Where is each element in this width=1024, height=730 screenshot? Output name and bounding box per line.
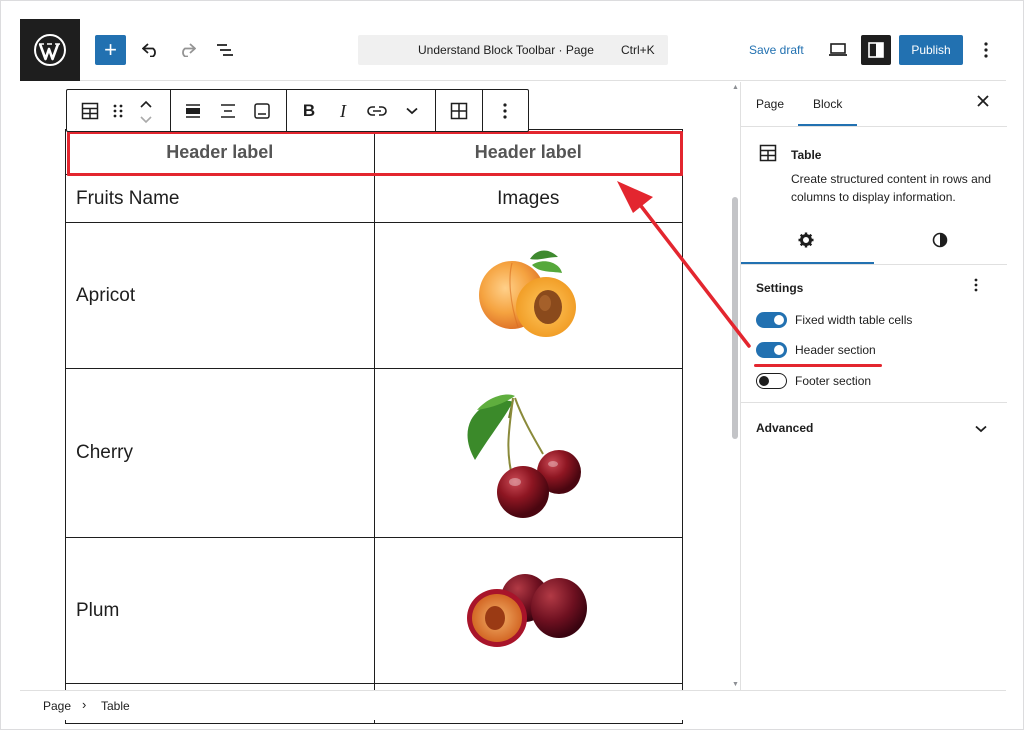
block-name: Table — [791, 148, 822, 162]
chevron-down-icon[interactable] — [975, 420, 987, 438]
gear-icon[interactable] — [798, 232, 814, 253]
settings-panel-title[interactable]: Settings — [756, 281, 803, 295]
toggle-label: Footer section — [795, 374, 872, 388]
block-options-more-icon[interactable] — [494, 100, 516, 122]
italic-icon[interactable]: I — [332, 100, 354, 122]
toggle-header-section[interactable]: Header section — [756, 341, 876, 359]
data-table[interactable]: Header label Header label Fruits Name Im… — [65, 129, 683, 724]
cherry-image — [467, 394, 582, 518]
table-cell[interactable]: Plum — [65, 537, 375, 684]
editor-window: + Understand Block Toolbar · Page Ctrl+K… — [0, 0, 1024, 730]
advanced-panel-title[interactable]: Advanced — [756, 421, 813, 435]
link-icon[interactable] — [366, 100, 388, 122]
top-toolbar: + Understand Block Toolbar · Page Ctrl+K… — [20, 19, 1006, 81]
table-block-icon[interactable] — [79, 100, 101, 122]
toggle-footer-section[interactable]: Footer section — [756, 372, 871, 390]
table-row: Cherry — [65, 368, 683, 538]
breadcrumb-item-table[interactable]: Table — [101, 699, 130, 713]
caption-icon[interactable] — [251, 100, 273, 122]
command-shortcut: Ctrl+K — [621, 43, 655, 57]
align-wide-icon[interactable] — [182, 100, 204, 122]
toggle-label: Header section — [795, 343, 876, 357]
tab-block[interactable]: Block — [813, 97, 842, 111]
save-draft-button[interactable]: Save draft — [749, 43, 804, 57]
toggle-switch[interactable] — [756, 312, 787, 328]
toggle-label: Fixed width table cells — [795, 313, 913, 327]
table-row: Plum — [65, 537, 683, 684]
toggle-switch[interactable] — [756, 342, 787, 358]
table-row: Apricot — [65, 222, 683, 369]
publish-button[interactable]: Publish — [899, 35, 963, 65]
plum-image — [467, 573, 588, 647]
more-formats-chevron-icon[interactable] — [401, 100, 423, 122]
toggle-switch[interactable] — [756, 373, 787, 389]
undo-icon[interactable] — [138, 37, 164, 63]
table-row: Fruits Name Images — [65, 174, 683, 223]
scroll-up-icon[interactable]: ▲ — [732, 84, 739, 91]
document-title: Understand Block Toolbar · Page — [418, 43, 594, 57]
document-overview-icon[interactable] — [212, 37, 238, 63]
breadcrumb: Page › Table — [20, 690, 1006, 720]
breadcrumb-item-page[interactable]: Page — [43, 699, 71, 713]
styles-contrast-icon[interactable] — [932, 232, 948, 253]
preview-desktop-icon[interactable] — [825, 37, 851, 63]
table-block-icon — [759, 144, 777, 167]
scroll-down-icon[interactable]: ▼ — [732, 681, 739, 688]
scrollbar-thumb[interactable] — [732, 197, 738, 439]
table-cell[interactable] — [373, 222, 683, 369]
table-cell[interactable]: Images — [373, 174, 683, 223]
table-cell[interactable] — [373, 537, 683, 684]
close-icon[interactable] — [977, 94, 989, 112]
table-cell[interactable]: Fruits Name — [65, 174, 375, 223]
wordpress-logo-icon[interactable] — [20, 19, 80, 81]
settings-sidebar-toggle-icon[interactable] — [861, 35, 891, 65]
tab-page[interactable]: Page — [756, 97, 784, 111]
command-palette-bar[interactable]: Understand Block Toolbar · Page Ctrl+K — [358, 35, 668, 65]
settings-sidebar: Page Block Table Create structured conte… — [740, 82, 1007, 690]
move-down-icon[interactable] — [135, 109, 157, 131]
table-cell[interactable]: Cherry — [65, 368, 375, 538]
table-cell[interactable] — [373, 368, 683, 538]
block-toolbar: B I — [66, 89, 529, 132]
breadcrumb-separator-icon: › — [82, 697, 87, 712]
align-center-icon[interactable] — [217, 100, 239, 122]
header-row-highlight — [67, 131, 683, 176]
drag-handle-icon[interactable] — [107, 100, 129, 122]
block-description: Create structured content in rows and co… — [791, 172, 992, 204]
options-more-icon[interactable] — [973, 37, 999, 63]
toggle-fixed-width[interactable]: Fixed width table cells — [756, 311, 912, 329]
edit-table-icon[interactable] — [448, 100, 470, 122]
header-section-annotation-underline — [754, 364, 882, 367]
apricot-image — [479, 250, 577, 337]
table-block[interactable]: Header label Header label Fruits Name Im… — [65, 129, 683, 724]
add-block-button[interactable]: + — [95, 35, 126, 65]
bold-icon[interactable]: B — [298, 100, 320, 122]
redo-icon[interactable] — [174, 37, 200, 63]
settings-options-icon[interactable] — [974, 278, 978, 295]
table-cell[interactable]: Apricot — [65, 222, 375, 369]
